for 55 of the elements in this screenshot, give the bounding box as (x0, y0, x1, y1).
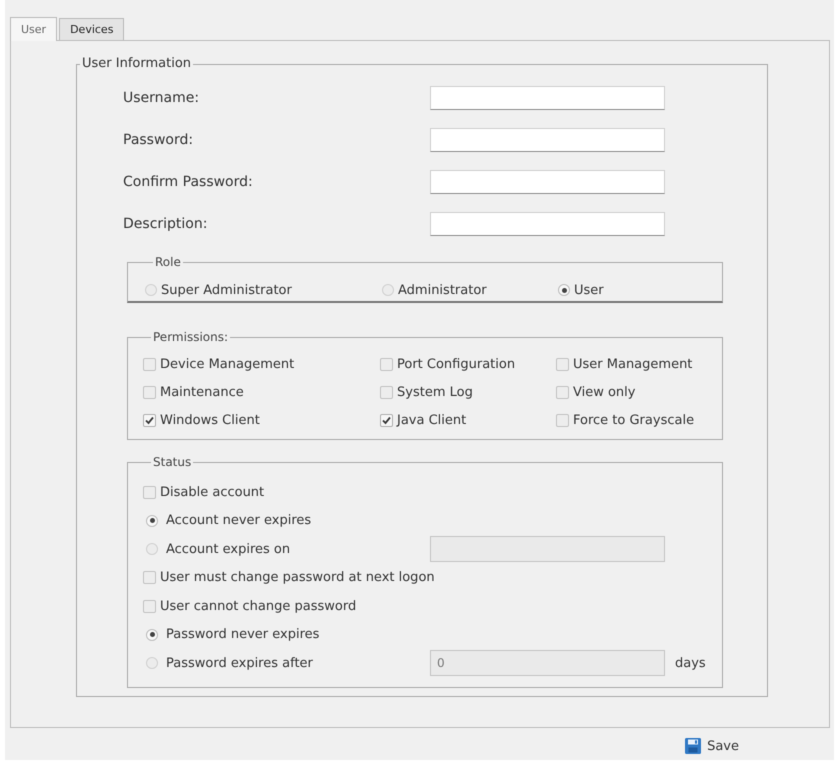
checkbox[interactable] (143, 600, 156, 613)
save-icon (685, 738, 702, 754)
checkbox[interactable] (143, 571, 156, 584)
option-label: Password never expires (166, 627, 320, 642)
checkbox[interactable] (556, 414, 569, 426)
option-label: Windows Client (160, 412, 260, 428)
group-legend: Permissions: (151, 330, 230, 344)
tab[interactable]: User (10, 17, 58, 41)
field-label: Confirm Password: (123, 174, 253, 190)
checkbox[interactable] (380, 386, 393, 398)
radio-button[interactable] (145, 284, 157, 296)
text-field[interactable] (430, 212, 665, 236)
option-label: Device Management (160, 356, 294, 372)
option-label: View only (573, 384, 636, 400)
group-legend: Role (153, 255, 183, 269)
radio-button[interactable] (558, 284, 570, 296)
option-label: Account never expires (166, 513, 312, 528)
unit-label: days (675, 656, 707, 671)
option-label: Account expires on (166, 542, 290, 557)
radio-button[interactable] (146, 543, 158, 556)
text-field[interactable] (430, 170, 665, 194)
radio-button[interactable] (146, 514, 158, 527)
checkbox[interactable] (143, 386, 156, 398)
option-label: Disable account (160, 484, 264, 500)
radio-button[interactable] (146, 628, 158, 641)
checkbox[interactable] (143, 358, 156, 370)
text-field[interactable] (430, 128, 665, 152)
option-label: Force to Grayscale (573, 412, 694, 428)
text-field[interactable] (430, 86, 665, 110)
radio-button[interactable] (146, 657, 158, 670)
field-label: Username: (123, 90, 200, 106)
tab[interactable]: Devices (59, 18, 124, 40)
checkbox[interactable] (143, 486, 156, 499)
option-label: Port Configuration (397, 356, 516, 372)
option-label: Super Administrator (161, 282, 292, 298)
save-button[interactable]: Save (685, 738, 739, 754)
group-legend: User Information (80, 56, 194, 72)
radio-button[interactable] (382, 284, 394, 296)
group-legend: Status (151, 455, 194, 469)
option-label: Java Client (397, 412, 466, 428)
checkbox[interactable] (380, 358, 393, 370)
option-label: Administrator (398, 282, 487, 298)
option-label: User cannot change password (160, 598, 356, 614)
checkbox[interactable] (143, 414, 156, 426)
checkbox[interactable] (556, 386, 569, 398)
option-label: User Management (573, 356, 692, 372)
checkbox[interactable] (556, 358, 569, 370)
field-label: Description: (123, 216, 208, 232)
option-label: Maintenance (160, 384, 244, 400)
option-label: User (574, 282, 604, 298)
checkbox[interactable] (380, 414, 393, 426)
option-label: System Log (397, 384, 473, 400)
option-label: Password expires after (166, 656, 313, 671)
field-label: Password: (123, 132, 194, 148)
option-label: User must change password at next logon (160, 570, 435, 586)
